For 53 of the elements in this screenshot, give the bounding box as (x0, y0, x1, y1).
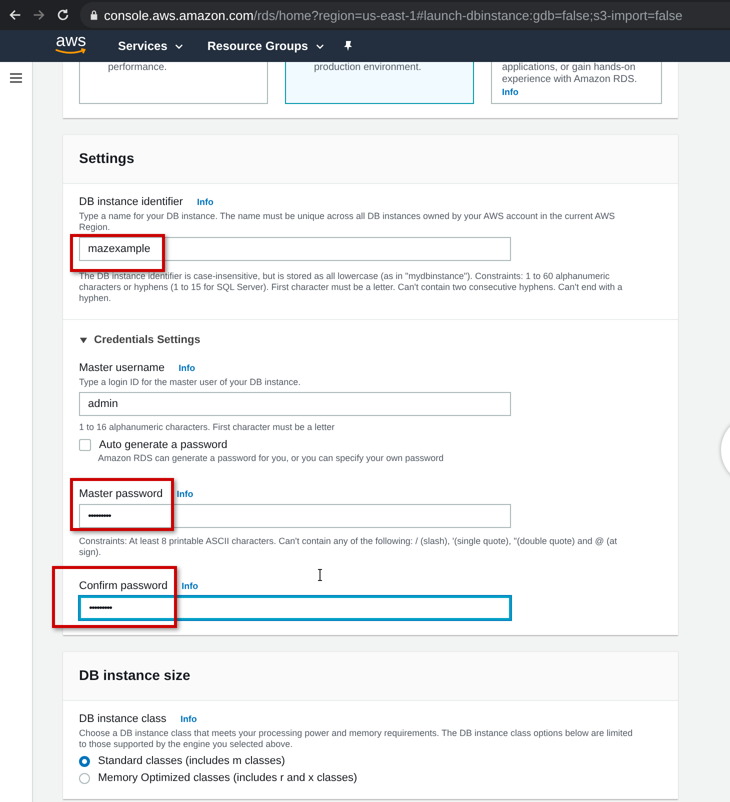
caret-icon (316, 44, 324, 48)
field-label: Master password (79, 488, 163, 500)
field-description: Type a name for your DB instance. The name must be unique across all DB instances owned by your AWS account in the current AWS Region. (79, 211, 616, 233)
checkbox[interactable] (79, 439, 91, 451)
tile-text: production environment. (314, 62, 422, 74)
checkbox-label: Auto generate a password (99, 439, 228, 451)
option-tile[interactable]: applications, or gain hands-on experience with Amazon RDS. Info (491, 62, 662, 104)
section-title: DB instance size (79, 667, 190, 683)
nav-menu[interactable]: Resource Groups (207, 39, 324, 53)
info-link[interactable]: Info (502, 86, 651, 98)
nav-menu[interactable]: Services (118, 39, 184, 53)
radio-button[interactable] (79, 756, 90, 766)
pin-icon[interactable] (342, 40, 354, 52)
option-tile[interactable]: production environment. (285, 62, 474, 104)
field-description: Type a login ID for the master user of your DB instance. (79, 377, 302, 388)
forward-icon[interactable] (32, 8, 46, 22)
back-icon[interactable] (8, 8, 22, 22)
aws-logo[interactable]: aws (46, 33, 96, 55)
tile-text: performance. (108, 62, 168, 74)
field-description: Choose a DB instance class that meets your processing power and memory requirements. The DB instance class options below are limited to those supported by the engine you selected above. (79, 728, 634, 750)
address-bar[interactable]: console.aws.amazon.com/rds/home?region=us-east-1#launch-dbinstance:gdb=false;s3-import=false (80, 2, 730, 28)
field-label: DB instance identifier (79, 196, 183, 208)
radio-label: Standard classes (includes m classes) (98, 755, 286, 767)
info-link[interactable]: Info (180, 714, 197, 724)
info-link[interactable]: Info (178, 363, 196, 373)
field-constraint: The DB instance identifier is case-insensitive, but is stored as all lowercase (as in "mydbinstance"). Constraints: 1 to 60 alphanumeric characters or hyphens (1 to 15 for SQL Server). First character must be a letter. Can't contain two consecutive hyphens. Can't end with a hyphen. (79, 271, 624, 304)
caret-icon[interactable] (79, 336, 88, 344)
lock-icon (90, 10, 98, 20)
input-field[interactable]: admin (79, 392, 511, 416)
field-constraint: Constraints: At least 8 printable ASCII characters. Can't contain any of the following: / (slash), '(single quote), "(double quote) and @ (at sign). (79, 536, 618, 558)
reload-icon[interactable] (56, 8, 70, 22)
field-constraint: 1 to 16 alphanumeric characters. First character must be a letter (79, 422, 336, 433)
menu-icon[interactable] (10, 73, 22, 83)
input-field[interactable]: mazexample (79, 237, 511, 261)
field-label: DB instance class (79, 713, 166, 725)
caret-icon (175, 44, 184, 48)
section-toggle[interactable]: Credentials Settings (94, 334, 200, 346)
tile-text: experience with Amazon RDS. (502, 74, 638, 86)
radio-button[interactable] (79, 772, 90, 784)
password-field[interactable]: ••••••••• (79, 504, 511, 528)
section-title: Settings (79, 150, 134, 166)
password-field[interactable]: ••••••••• (79, 596, 511, 620)
info-link[interactable]: Info (182, 581, 198, 591)
option-tile[interactable]: performance. (79, 62, 268, 104)
url-text: console.aws.amazon.com/rds/home?region=us-east-1#launch-dbinstance:gdb=false;s3-import=false (104, 8, 682, 22)
info-link[interactable]: Info (196, 197, 214, 207)
field-label: Master username (79, 362, 165, 374)
checkbox-description: Amazon RDS can generate a password for you, or you can specify your own password (98, 453, 445, 464)
radio-label: Memory Optimized classes (includes r and x classes) (98, 772, 358, 784)
text-cursor-icon (317, 569, 323, 581)
info-link[interactable]: Info (176, 489, 194, 499)
field-label: Confirm password (79, 580, 168, 592)
tile-text: applications, or gain hands-on (502, 62, 636, 74)
